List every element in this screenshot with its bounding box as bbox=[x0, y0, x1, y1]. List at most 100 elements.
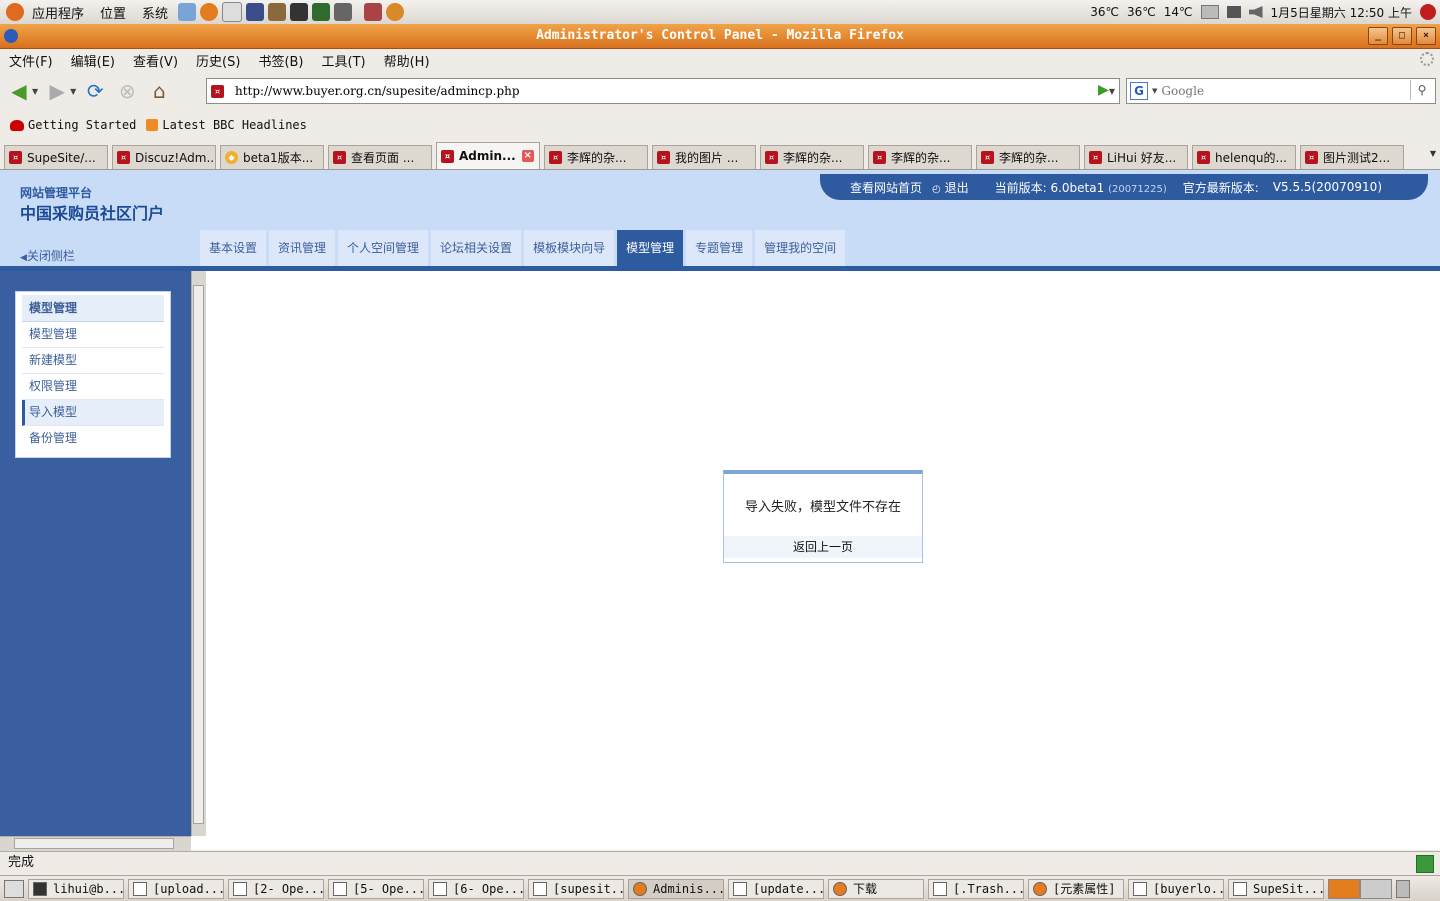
sidebar-item-backup[interactable]: 备份管理 bbox=[22, 426, 164, 451]
back-button[interactable]: ◀ bbox=[6, 78, 32, 104]
sidebar-item-import-model[interactable]: 导入模型 bbox=[22, 400, 164, 426]
search-bar[interactable]: G ▼ ⚲ bbox=[1126, 78, 1436, 104]
tools-launcher-icon[interactable] bbox=[268, 3, 287, 21]
scrollbar-thumb[interactable] bbox=[193, 285, 204, 824]
back-dropdown-icon[interactable]: ▼ bbox=[32, 87, 38, 96]
browser-tab[interactable]: ¤ Discuz!Adm... bbox=[112, 145, 216, 169]
url-input[interactable] bbox=[233, 83, 1077, 99]
scrollbar-thumb[interactable] bbox=[14, 838, 174, 849]
close-window-button[interactable]: × bbox=[1416, 27, 1436, 45]
clock[interactable]: 1月5日星期六 12:50 上午 bbox=[1271, 4, 1412, 21]
pidgin-launcher-icon[interactable] bbox=[246, 3, 265, 21]
menu-bookmarks[interactable]: 书签(B) bbox=[249, 51, 312, 70]
browser-tab-active[interactable]: ¤ Admin... × bbox=[436, 142, 540, 169]
search-input[interactable] bbox=[1159, 83, 1404, 99]
desktop-launcher-icon[interactable] bbox=[364, 3, 383, 21]
workspace-switcher-icon[interactable] bbox=[1328, 878, 1360, 899]
power-icon[interactable] bbox=[1420, 4, 1436, 20]
engine-dropdown-icon[interactable]: ▼ bbox=[1152, 87, 1157, 95]
logout-link[interactable]: ◴ 退出 bbox=[932, 179, 969, 196]
browser-tab[interactable]: ¤ LiHui 好友... bbox=[1084, 145, 1188, 169]
url-dropdown-icon[interactable]: ▼ bbox=[1109, 87, 1115, 96]
browser-tab[interactable]: ¤ 李辉的杂... bbox=[976, 145, 1080, 169]
menu-view[interactable]: 查看(V) bbox=[124, 51, 187, 70]
reload-button[interactable]: ⟳ bbox=[82, 78, 108, 104]
system-monitor-launcher-icon[interactable] bbox=[312, 3, 331, 21]
taskbar-item[interactable]: [元素属性] bbox=[1028, 878, 1124, 899]
go-button[interactable]: ▶ bbox=[1098, 82, 1109, 98]
menu-history[interactable]: 历史(S) bbox=[187, 51, 249, 70]
ubuntu-logo-icon[interactable] bbox=[6, 3, 24, 21]
stop-button[interactable]: ⊗ bbox=[114, 78, 140, 104]
show-desktop-icon[interactable] bbox=[4, 879, 24, 898]
url-bar[interactable]: ¤ ▼ bbox=[206, 78, 1120, 104]
bookmark-getting-started[interactable]: Getting Started bbox=[10, 118, 136, 132]
sidebar-horizontal-scrollbar[interactable] bbox=[0, 836, 191, 851]
taskbar-item[interactable]: [2- Ope... bbox=[228, 878, 324, 899]
sidebar-item-new-model[interactable]: 新建模型 bbox=[22, 348, 164, 374]
tab-list-dropdown-icon[interactable]: ▼ bbox=[1430, 149, 1436, 158]
tab-forum-settings[interactable]: 论坛相关设置 bbox=[431, 230, 522, 266]
tab-topic-management[interactable]: 专题管理 bbox=[686, 230, 753, 266]
taskbar-item[interactable]: [5- Ope... bbox=[328, 878, 424, 899]
search-go-icon[interactable]: ⚲ bbox=[1410, 80, 1433, 100]
menu-edit[interactable]: 编辑(E) bbox=[62, 51, 124, 70]
taskbar-item[interactable]: [buyerlo... bbox=[1128, 878, 1224, 899]
printer-icon[interactable] bbox=[1200, 5, 1219, 19]
browser-tab[interactable]: ◆ beta1版本... bbox=[220, 145, 324, 169]
tab-basic-settings[interactable]: 基本设置 bbox=[200, 230, 267, 266]
sidebar-item-model-management[interactable]: 模型管理 bbox=[22, 322, 164, 348]
places-menu[interactable]: 位置 bbox=[92, 3, 134, 22]
view-home-link[interactable]: 查看网站首页 bbox=[850, 179, 922, 196]
addon-status-icon[interactable] bbox=[1416, 855, 1434, 873]
trash-icon[interactable] bbox=[1396, 879, 1410, 898]
browser-tab[interactable]: ¤ helenqu的... bbox=[1192, 145, 1296, 169]
browser-tab[interactable]: ¤ 查看页面 ... bbox=[328, 145, 432, 169]
browser-tab[interactable]: ¤ 李辉的杂... bbox=[760, 145, 864, 169]
network-icon[interactable] bbox=[178, 3, 197, 21]
home-button[interactable]: ⌂ bbox=[146, 78, 172, 104]
menu-help[interactable]: 帮助(H) bbox=[375, 51, 439, 70]
browser-tab[interactable]: ¤ SupeSite/... bbox=[4, 145, 108, 169]
network-monitor-icon[interactable] bbox=[1226, 6, 1241, 18]
close-tab-icon[interactable]: × bbox=[521, 150, 534, 162]
menu-file[interactable]: 文件(F) bbox=[0, 51, 62, 70]
taskbar-item[interactable]: [upload... bbox=[128, 878, 224, 899]
forward-dropdown-icon[interactable]: ▼ bbox=[70, 87, 76, 96]
sidebar-vertical-scrollbar[interactable] bbox=[191, 271, 206, 836]
taskbar-item-active[interactable]: Adminis... bbox=[628, 878, 724, 899]
workspace-2-icon[interactable] bbox=[1360, 878, 1392, 899]
applications-menu[interactable]: 应用程序 bbox=[24, 3, 92, 22]
tab-template-wizard[interactable]: 模板模块向导 bbox=[524, 230, 615, 266]
system-menu[interactable]: 系统 bbox=[134, 3, 176, 22]
menu-tools[interactable]: 工具(T) bbox=[313, 51, 375, 70]
browser-tab[interactable]: ¤ 李辉的杂... bbox=[868, 145, 972, 169]
tab-model-management[interactable]: 模型管理 bbox=[617, 230, 684, 266]
close-sidebar-link[interactable]: ◀关闭侧栏 bbox=[20, 247, 75, 264]
tab-my-space[interactable]: 管理我的空间 bbox=[755, 230, 846, 266]
taskbar-item[interactable]: 下载 bbox=[828, 878, 924, 899]
taskbar-item[interactable]: [supesit... bbox=[528, 878, 624, 899]
taskbar-item[interactable]: [.Trash... bbox=[928, 878, 1024, 899]
screenshot-launcher-icon[interactable] bbox=[334, 3, 353, 21]
terminal-launcher-icon[interactable] bbox=[290, 3, 309, 21]
mail-launcher-icon[interactable] bbox=[222, 2, 243, 22]
browser-tab[interactable]: ¤ 我的图片 ... bbox=[652, 145, 756, 169]
firefox-launcher-icon[interactable] bbox=[200, 3, 219, 21]
browser-tab[interactable]: ¤ 图片测试2... bbox=[1300, 145, 1404, 169]
sidebar-item-permissions[interactable]: 权限管理 bbox=[22, 374, 164, 400]
taskbar-item[interactable]: SupeSit... bbox=[1228, 878, 1324, 899]
google-engine-icon[interactable]: G bbox=[1130, 82, 1148, 100]
taskbar-item[interactable]: [6- Ope... bbox=[428, 878, 524, 899]
back-link[interactable]: 返回上一页 bbox=[724, 536, 922, 558]
bookmark-bbc-headlines[interactable]: Latest BBC Headlines bbox=[146, 118, 307, 132]
forward-button[interactable]: ▶ bbox=[44, 78, 70, 104]
volume-icon[interactable] bbox=[1248, 6, 1263, 18]
tab-news-management[interactable]: 资讯管理 bbox=[269, 230, 336, 266]
browser-tab[interactable]: ¤ 李辉的杂... bbox=[544, 145, 648, 169]
tab-personal-space[interactable]: 个人空间管理 bbox=[338, 230, 429, 266]
maximize-button[interactable]: □ bbox=[1392, 27, 1412, 45]
taskbar-item[interactable]: [update... bbox=[728, 878, 824, 899]
minimize-button[interactable]: _ bbox=[1368, 27, 1388, 45]
editor-launcher-icon[interactable] bbox=[386, 3, 405, 21]
